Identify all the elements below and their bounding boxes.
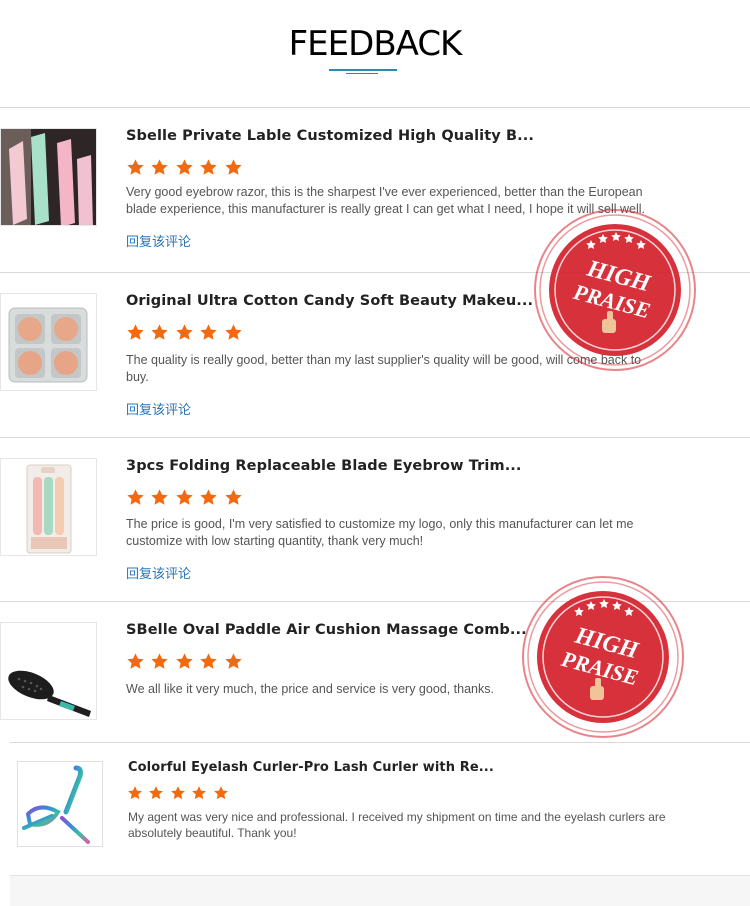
reply-link[interactable]: 回复该评论 bbox=[126, 563, 191, 582]
review-comment: My agent was very nice and professional.… bbox=[128, 810, 666, 840]
star-icon bbox=[127, 653, 144, 669]
star-icon bbox=[149, 786, 164, 800]
product-thumbnail-eyelash-curler[interactable] bbox=[17, 761, 103, 847]
star-icon bbox=[176, 324, 193, 340]
star-rating bbox=[126, 323, 244, 343]
product-title[interactable]: Sbelle Private Lable Customized High Qua… bbox=[126, 128, 534, 144]
star-icon bbox=[176, 489, 193, 505]
star-icon bbox=[171, 786, 185, 800]
product-thumbnail-makeup-sponge[interactable] bbox=[0, 293, 97, 391]
product-thumbnail-eyebrow-trimmer[interactable] bbox=[0, 458, 97, 556]
star-rating bbox=[126, 158, 244, 178]
star-icon bbox=[127, 159, 144, 175]
star-rating bbox=[127, 785, 230, 805]
review-comment: The price is good, I'm very satisfied to… bbox=[126, 517, 634, 548]
star-icon bbox=[225, 489, 242, 505]
title-underline-accent bbox=[346, 73, 378, 74]
product-title[interactable]: Original Ultra Cotton Candy Soft Beauty … bbox=[126, 293, 533, 309]
star-icon bbox=[225, 324, 242, 340]
star-icon bbox=[200, 653, 218, 669]
star-rating bbox=[126, 488, 244, 508]
star-icon bbox=[213, 786, 228, 800]
page-title: FEEDBACK bbox=[288, 24, 463, 64]
product-thumbnail-paddle-comb[interactable] bbox=[0, 622, 97, 720]
product-title[interactable]: Colorful Eyelash Curler-Pro Lash Curler … bbox=[128, 760, 494, 775]
star-icon bbox=[127, 324, 144, 340]
product-thumbnail-eyebrow-razor[interactable] bbox=[0, 128, 97, 226]
star-icon bbox=[176, 159, 193, 175]
product-title[interactable]: 3pcs Folding Replaceable Blade Eyebrow T… bbox=[126, 458, 522, 474]
star-rating bbox=[126, 652, 244, 672]
star-icon bbox=[176, 653, 193, 669]
star-icon bbox=[192, 786, 207, 800]
product-title[interactable]: SBelle Oval Paddle Air Cushion Massage C… bbox=[126, 622, 527, 638]
title-underline bbox=[329, 69, 397, 71]
high-praise-stamp: HIGH PRAISE bbox=[530, 205, 700, 375]
star-icon bbox=[128, 786, 142, 800]
star-icon bbox=[200, 324, 218, 340]
star-icon bbox=[151, 324, 169, 340]
star-icon bbox=[225, 653, 242, 669]
star-icon bbox=[151, 489, 169, 505]
reply-link[interactable]: 回复该评论 bbox=[126, 399, 191, 418]
page-header: FEEDBACK bbox=[0, 0, 750, 107]
star-icon bbox=[200, 159, 218, 175]
reply-link[interactable]: 回复该评论 bbox=[126, 231, 191, 250]
high-praise-stamp: HIGH PRAISE bbox=[518, 572, 688, 742]
star-icon bbox=[127, 489, 144, 505]
star-icon bbox=[151, 159, 169, 175]
star-icon bbox=[225, 159, 242, 175]
footer-band bbox=[10, 875, 750, 906]
star-icon bbox=[151, 653, 169, 669]
star-icon bbox=[200, 489, 218, 505]
